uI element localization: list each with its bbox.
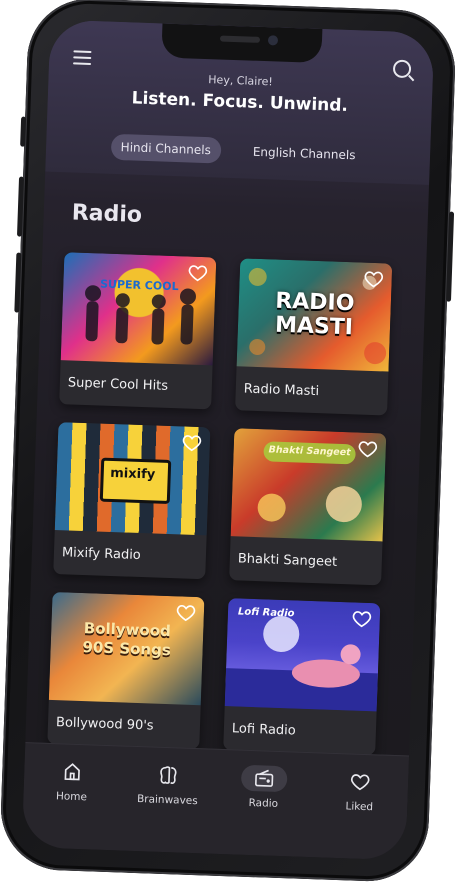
speaker	[220, 35, 260, 42]
station-label: Lofi Radio	[232, 721, 296, 738]
bottom-nav: Home Brainwaves Radio Liked	[22, 742, 409, 860]
notch	[161, 23, 322, 63]
section-title: Radio	[71, 200, 142, 227]
station-label: Radio Masti	[244, 382, 320, 400]
station-label: Bhakti Sangeet	[238, 551, 338, 569]
station-card-bhakti-sangeet[interactable]: Bhakti Sangeet Bhakti Sangeet	[229, 428, 386, 585]
station-art-title: Bollywood 90S Songs	[78, 619, 175, 660]
station-label: Bollywood 90's	[56, 715, 154, 733]
home-icon	[55, 758, 90, 785]
power-button	[446, 212, 454, 302]
nav-label: Liked	[345, 800, 373, 813]
station-grid: SUPER COOL Super Cool Hits RADIO MASTI	[47, 252, 404, 756]
camera	[268, 35, 278, 45]
radio-icon	[241, 765, 288, 793]
mute-switch	[20, 117, 26, 147]
station-art-title: Lofi Radio	[238, 606, 295, 619]
heart-icon[interactable]	[357, 439, 378, 460]
brain-icon	[151, 762, 186, 789]
volume-down-button	[14, 253, 21, 313]
tab-english-channels[interactable]: English Channels	[242, 138, 366, 168]
nav-label: Brainwaves	[137, 793, 198, 807]
heart-icon[interactable]	[182, 432, 203, 453]
nav-home[interactable]: Home	[36, 758, 107, 804]
station-label: Mixify Radio	[62, 545, 141, 563]
station-art-title: RADIO MASTI	[238, 288, 392, 341]
search-icon[interactable]	[393, 60, 412, 79]
heart-icon	[343, 768, 378, 795]
heart-icon[interactable]	[351, 608, 372, 629]
heart-icon[interactable]	[363, 269, 384, 290]
station-card-bollywood-90s[interactable]: Bollywood 90S Songs Bollywood 90's	[47, 592, 204, 749]
nav-radio[interactable]: Radio	[228, 764, 299, 810]
phone-frame: Hey, Claire! Listen. Focus. Unwind. Hind…	[0, 0, 457, 883]
station-art-title: mixify	[57, 464, 209, 484]
station-card-super-cool-hits[interactable]: SUPER COOL Super Cool Hits	[59, 252, 216, 409]
station-card-mixify-radio[interactable]: mixify Mixify Radio	[53, 422, 210, 579]
menu-icon[interactable]	[73, 50, 91, 65]
tab-hindi-channels[interactable]: Hindi Channels	[110, 134, 221, 164]
volume-up-button	[17, 177, 24, 237]
nav-brainwaves[interactable]: Brainwaves	[132, 761, 203, 807]
nav-label: Home	[56, 790, 87, 803]
nav-liked[interactable]: Liked	[324, 768, 395, 814]
heart-icon[interactable]	[176, 602, 197, 623]
station-card-lofi-radio[interactable]: Lofi Radio Lofi Radio	[223, 598, 380, 755]
station-label: Super Cool Hits	[68, 375, 169, 393]
app-screen: Hey, Claire! Listen. Focus. Unwind. Hind…	[22, 20, 435, 861]
heart-icon[interactable]	[187, 263, 208, 284]
nav-label: Radio	[248, 797, 278, 810]
station-card-radio-masti[interactable]: RADIO MASTI Radio Masti	[235, 258, 392, 415]
channel-tabs: Hindi Channels English Channels	[46, 131, 431, 170]
